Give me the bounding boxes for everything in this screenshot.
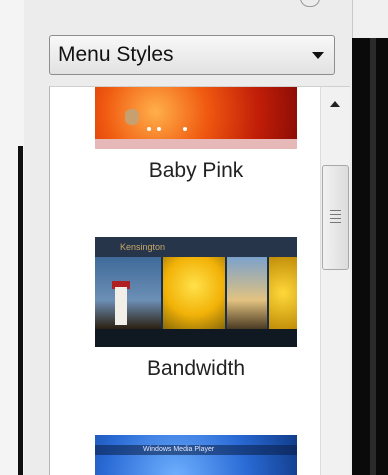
scroll-thumb[interactable] — [322, 165, 349, 270]
style-item-label[interactable]: Baby Pink — [95, 159, 297, 183]
menu-styles-list[interactable]: Baby Pink Kensington Bandwidth Windows M… — [49, 86, 350, 475]
thumbnail-title: Kensington — [120, 242, 166, 252]
windows-media-player-thumbnail[interactable]: Windows Media Player — [95, 435, 297, 475]
thumbnail-photo-sunset — [227, 257, 267, 329]
thumbnail-photo-lighthouse — [95, 257, 161, 329]
vertical-scrollbar[interactable] — [320, 87, 350, 475]
thumbnail-photo-tulips — [163, 257, 225, 329]
teddy-bear-image — [125, 109, 139, 125]
chevron-down-icon[interactable] — [312, 52, 324, 59]
grip-icon — [330, 218, 341, 219]
bandwidth-thumbnail[interactable]: Kensington — [95, 237, 297, 347]
dot-decoration — [157, 127, 161, 131]
thumbnail-footer-band — [95, 329, 297, 347]
menu-styles-dropdown-value: Menu Styles — [58, 43, 174, 66]
thumbnail-title: Windows Media Player — [143, 446, 215, 453]
window-divider-right — [370, 38, 376, 475]
grip-icon — [330, 210, 341, 211]
lighthouse-tower — [115, 287, 127, 325]
dot-decoration — [183, 127, 187, 131]
thumbnail-footer-band — [95, 139, 297, 149]
dot-decoration — [147, 127, 151, 131]
thumbnail-photo-flower — [269, 257, 297, 329]
scroll-up-arrow-icon[interactable] — [330, 101, 340, 107]
grip-icon — [330, 214, 341, 215]
window-divider-left — [18, 146, 23, 475]
style-item-label[interactable]: Bandwidth — [95, 357, 297, 381]
window-corner-icon — [300, 0, 320, 7]
baby-pink-thumbnail[interactable] — [95, 87, 297, 149]
grip-icon — [330, 222, 341, 223]
menu-styles-dropdown[interactable]: Menu Styles — [49, 35, 335, 75]
window-edge-right-top — [352, 0, 388, 38]
